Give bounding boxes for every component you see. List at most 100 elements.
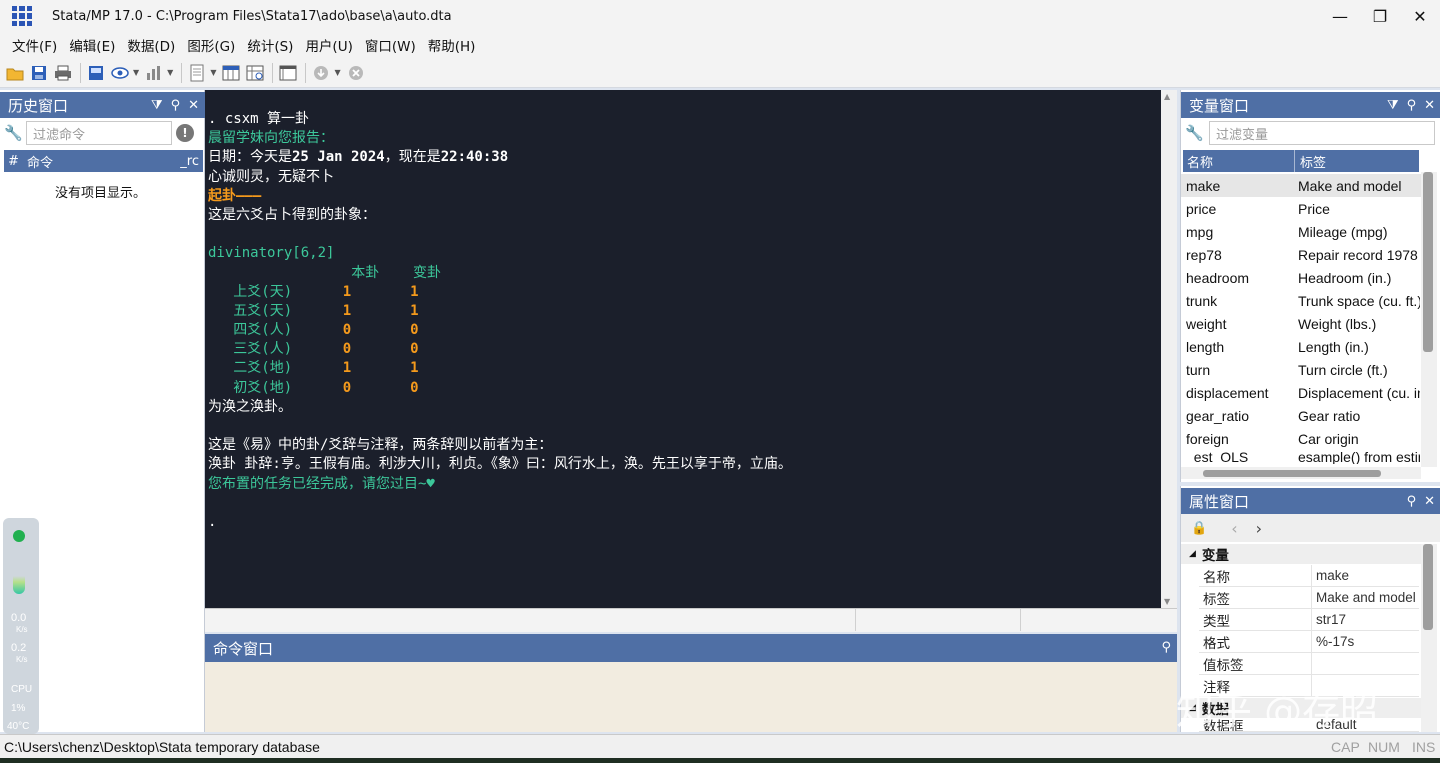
col-label[interactable]: 标签 — [1300, 152, 1326, 171]
close-panel-icon[interactable]: ✕ — [188, 98, 199, 113]
menu-data[interactable]: 数据(D) — [121, 35, 181, 55]
property-row[interactable]: 值标签 — [1199, 653, 1419, 675]
pin-icon[interactable]: ⚲ — [171, 98, 181, 113]
menu-statistics[interactable]: 统计(S) — [241, 35, 299, 55]
variables-vscrollbar[interactable] — [1421, 172, 1437, 467]
history-filter-input[interactable]: 过滤命令 — [26, 121, 172, 145]
result-segment: ，现在是 — [384, 149, 441, 166]
property-row[interactable]: 格式 %-17s — [1199, 631, 1419, 653]
variable-row[interactable]: make Make and model — [1181, 174, 1421, 197]
toolbar-separator — [272, 62, 274, 83]
result-line: 涣卦 卦辞:亨。王假有庙。利涉大川，利贞。《象》曰：风行水上，涣。先王以享于帝，… — [208, 455, 792, 474]
properties-vscrollbar[interactable] — [1421, 544, 1437, 732]
alert-icon[interactable]: ! — [176, 124, 194, 142]
property-name: 标签 — [1203, 591, 1230, 608]
lock-icon[interactable]: 🔒 — [1191, 521, 1207, 536]
menu-window[interactable]: 窗口(W) — [359, 35, 422, 55]
variable-row[interactable]: turn Turn circle (ft.) — [1181, 358, 1421, 381]
toolbar-separator — [80, 62, 81, 83]
history-empty-message: 没有项目显示。 — [55, 186, 147, 201]
result-line: 您布置的任务已经完成，请您过目~♥ — [208, 475, 792, 494]
property-divider — [1311, 587, 1312, 609]
property-row[interactable]: 名称 make — [1199, 565, 1419, 587]
variable-row[interactable]: price Price — [1181, 197, 1421, 220]
viewer-dropdown-icon[interactable]: ▼ — [133, 68, 139, 77]
log-icon[interactable] — [85, 62, 107, 84]
collapse-triangle-icon[interactable]: ◢ — [1189, 549, 1196, 559]
col-name[interactable]: 名称 — [1187, 152, 1213, 171]
history-title: 历史窗口 — [8, 96, 69, 115]
data-browser-icon[interactable] — [244, 62, 266, 84]
variable-row[interactable]: length Length (in.) — [1181, 335, 1421, 358]
close-button[interactable]: ✕ — [1400, 0, 1440, 32]
variable-row[interactable]: mpg Mileage (mpg) — [1181, 220, 1421, 243]
data-editor-icon[interactable] — [220, 62, 242, 84]
result-line: 这是六爻占卜得到的卦象： — [208, 206, 792, 225]
forward-chevron-icon[interactable]: › — [1256, 519, 1262, 538]
variable-row[interactable]: rep78 Repair record 1978 — [1181, 243, 1421, 266]
results-status-strip — [205, 608, 1177, 632]
print-icon[interactable] — [52, 62, 74, 84]
col-command[interactable]: 命令 — [27, 152, 53, 171]
filter-icon[interactable]: ⧩ — [1387, 98, 1399, 113]
scroll-down-icon[interactable]: ▼ — [1164, 597, 1170, 606]
viewer-eye-icon[interactable] — [109, 62, 131, 84]
restore-button[interactable]: ❐ — [1360, 0, 1400, 32]
results-window[interactable]: . csxm 算一卦 晨留学妹向您报告： 日期：今天是25 Jan 2024，现在是… — [205, 90, 1177, 610]
variable-label: Trunk space (cu. ft.) — [1298, 292, 1420, 309]
pin-icon[interactable]: ⚲ — [1407, 494, 1417, 509]
back-chevron-icon[interactable]: ‹ — [1231, 519, 1237, 538]
properties-header: 属性窗口 ⚲ ✕ — [1181, 488, 1440, 514]
pin-icon[interactable]: ⚲ — [1407, 98, 1417, 113]
open-folder-icon[interactable] — [4, 62, 26, 84]
more-dropdown-icon[interactable]: ▼ — [334, 68, 340, 77]
result-line: 五爻(天) 1 1 — [208, 302, 792, 321]
filter-icon[interactable]: ⧩ — [151, 98, 163, 113]
pin-icon[interactable]: ⚲ — [1161, 640, 1171, 655]
variable-row[interactable]: headroom Headroom (in.) — [1181, 266, 1421, 289]
result-segment: 日期：今天是 — [208, 149, 292, 166]
upload-speed: 0.0 — [11, 612, 27, 624]
menu-graphics[interactable]: 图形(G) — [181, 35, 241, 55]
variable-row[interactable]: trunk Trunk space (cu. ft.) — [1181, 289, 1421, 312]
properties-section-variable[interactable]: ◢ 变量 — [1181, 544, 1421, 564]
menu-help[interactable]: 帮助(H) — [422, 35, 482, 55]
command-input[interactable] — [205, 662, 1177, 732]
result-segment: 为涣之涣卦。 — [208, 398, 292, 415]
variable-row[interactable]: displacement Displacement (cu. in.) — [1181, 381, 1421, 404]
variable-row[interactable]: foreign Car origin — [1181, 427, 1421, 450]
upload-unit: K/s — [16, 625, 28, 634]
command-header: 命令窗口 ⚲ — [205, 634, 1177, 662]
do-file-editor-icon[interactable] — [186, 62, 208, 84]
col-rc[interactable]: _rc — [180, 154, 199, 169]
scroll-up-icon[interactable]: ▲ — [1164, 92, 1170, 101]
variables-manager-icon[interactable] — [277, 62, 299, 84]
result-line: divinatory[6,2] — [208, 244, 792, 263]
property-row[interactable]: 标签 Make and model — [1199, 587, 1419, 609]
graph-icon[interactable] — [143, 62, 165, 84]
variables-hscrollbar[interactable] — [1181, 467, 1421, 479]
do-file-dropdown-icon[interactable]: ▼ — [210, 68, 216, 77]
variable-row[interactable]: _est_OLS esample() from estimates — [1181, 450, 1421, 464]
break-icon[interactable] — [345, 62, 367, 84]
minimize-button[interactable]: — — [1320, 0, 1360, 32]
variable-name: headroom — [1186, 269, 1250, 286]
col-num[interactable]: # — [8, 154, 19, 169]
close-panel-icon[interactable]: ✕ — [1424, 494, 1435, 509]
result-segment: 0 0 — [342, 341, 419, 358]
menu-user[interactable]: 用户(U) — [299, 35, 358, 55]
graph-dropdown-icon[interactable]: ▼ — [167, 68, 173, 77]
menu-file[interactable]: 文件(F) — [6, 35, 63, 55]
menu-edit[interactable]: 编辑(E) — [63, 35, 121, 55]
results-scrollbar[interactable]: ▲ ▼ — [1161, 90, 1177, 608]
more-arrow-icon[interactable] — [310, 62, 332, 84]
result-segment: 1 1 — [342, 283, 419, 300]
close-panel-icon[interactable]: ✕ — [1424, 98, 1435, 113]
result-line: 晨留学妹向您报告： — [208, 129, 792, 148]
cpu-usage: 1% — [11, 703, 26, 714]
variable-row[interactable]: gear_ratio Gear ratio — [1181, 404, 1421, 427]
variable-row[interactable]: weight Weight (lbs.) — [1181, 312, 1421, 335]
variables-filter-input[interactable]: 过滤变量 — [1209, 121, 1435, 145]
save-icon[interactable] — [28, 62, 50, 84]
property-row[interactable]: 类型 str17 — [1199, 609, 1419, 631]
